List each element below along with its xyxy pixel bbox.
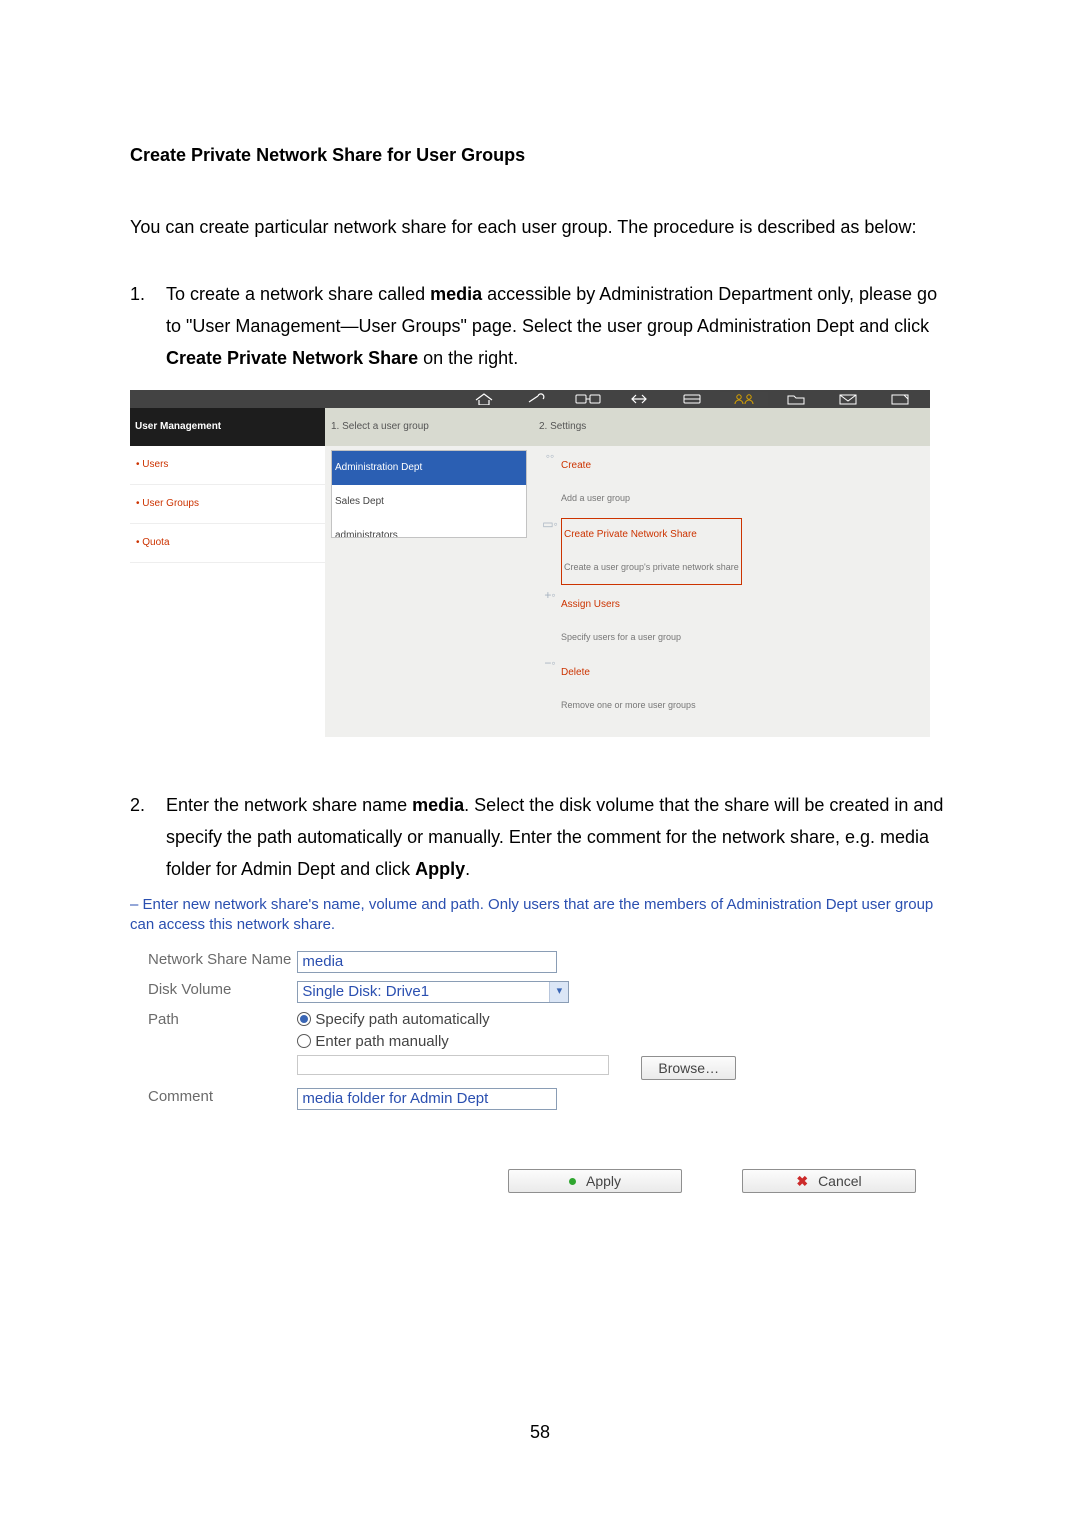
disk-volume-select[interactable]: Single Disk: Drive1 ▾ (297, 981, 569, 1003)
folder-icon[interactable] (772, 392, 820, 406)
toolbar (130, 390, 930, 408)
home-icon[interactable] (460, 392, 508, 406)
intro-paragraph: You can create particular network share … (130, 211, 950, 243)
window-icon[interactable] (876, 392, 924, 406)
setting-subtitle: Specify users for a user group (561, 621, 681, 653)
browse-button[interactable]: Browse… (641, 1056, 736, 1080)
setting-title: Assign Users (561, 589, 681, 621)
apply-button[interactable]: Apply (508, 1169, 682, 1193)
text: on the right. (418, 348, 518, 368)
cancel-x-icon: ✖ (796, 1173, 808, 1190)
text: To create a network share called (166, 284, 430, 304)
radio-label: Enter path manually (315, 1033, 448, 1050)
setting-subtitle: Create a user group's private network sh… (564, 551, 739, 583)
mail-icon[interactable] (824, 392, 872, 406)
label-comment: Comment (130, 1084, 297, 1114)
setting-create-private-share[interactable]: ▭◦ Create Private Network Share Create a… (539, 518, 924, 585)
setting-create[interactable]: ◦◦ Create Add a user group (539, 450, 924, 514)
group-row[interactable]: Administration Dept (332, 451, 526, 485)
select-value: Single Disk: Drive1 (298, 982, 549, 1002)
radio-path-manual[interactable]: Enter path manually (297, 1033, 609, 1051)
media-bold: media (430, 284, 482, 304)
group-row[interactable]: administrators (332, 519, 526, 538)
page-number: 58 (0, 1422, 1080, 1443)
button-label: Cancel (818, 1173, 862, 1190)
setting-subtitle: Add a user group (561, 482, 630, 514)
users-icon[interactable] (720, 392, 768, 406)
step-1: 1. To create a network share called medi… (130, 278, 950, 777)
group-add-icon: ◦◦ (539, 450, 561, 463)
label-share-name: Network Share Name (130, 947, 297, 977)
setting-title: Delete (561, 657, 696, 689)
form-intro: – Enter new network share's name, volume… (130, 895, 934, 935)
col2-heading: 2. Settings (533, 408, 930, 446)
radio-on-icon (297, 1012, 311, 1026)
disk-icon[interactable] (668, 392, 716, 406)
share-name-input[interactable]: media (297, 951, 557, 973)
setting-assign-users[interactable]: +◦ Assign Users Specify users for a user… (539, 589, 924, 653)
setting-title: Create (561, 450, 630, 482)
cancel-button[interactable]: ✖ Cancel (742, 1169, 916, 1193)
wrench-icon[interactable] (512, 392, 560, 406)
section-heading: Create Private Network Share for User Gr… (130, 145, 950, 166)
step-text: To create a network share called media a… (166, 278, 950, 777)
media-bold: media (412, 795, 464, 815)
sidebar-item-user-groups[interactable]: User Groups (130, 485, 325, 524)
setting-title: Create Private Network Share (564, 519, 739, 551)
create-pns-bold: Create Private Network Share (166, 348, 418, 368)
sidebar-heading: User Management (130, 408, 325, 446)
setting-subtitle: Remove one or more user groups (561, 689, 696, 721)
radio-path-auto[interactable]: Specify path automatically (297, 1011, 609, 1029)
button-label: Apply (586, 1173, 621, 1190)
comment-input[interactable]: media folder for Admin Dept (297, 1088, 557, 1110)
screenshot-share-form: – Enter new network share's name, volume… (130, 895, 934, 1193)
group-listbox[interactable]: Administration Dept Sales Dept administr… (331, 450, 527, 538)
share-icon: ▭◦ (539, 518, 561, 531)
label-path: Path (130, 1007, 297, 1084)
label-disk-volume: Disk Volume (130, 977, 297, 1007)
radio-off-icon (297, 1034, 311, 1048)
path-input[interactable] (297, 1055, 609, 1075)
sidebar: User Management Users User Groups Quota (130, 408, 325, 737)
text: . (465, 859, 470, 879)
group-row[interactable]: Sales Dept (332, 485, 526, 519)
setting-delete[interactable]: −◦ Delete Remove one or more user groups (539, 657, 924, 721)
radio-label: Specify path automatically (315, 1011, 489, 1028)
col1-heading: 1. Select a user group (325, 408, 533, 446)
button-label: Browse… (658, 1060, 719, 1077)
delete-icon: −◦ (539, 657, 561, 670)
apply-bold: Apply (415, 859, 465, 879)
assign-icon: +◦ (539, 589, 561, 602)
sidebar-item-quota[interactable]: Quota (130, 524, 325, 563)
text: Enter the network share name (166, 795, 412, 815)
step-text: Enter the network share name media. Sele… (166, 789, 950, 1193)
arrow-icon[interactable] (616, 392, 664, 406)
step-2: 2. Enter the network share name media. S… (130, 789, 950, 1193)
toggle-icon[interactable] (564, 392, 612, 406)
screenshot-user-groups: User Management Users User Groups Quota … (130, 390, 930, 737)
sidebar-item-users[interactable]: Users (130, 446, 325, 485)
chevron-down-icon: ▾ (549, 982, 568, 1002)
apply-dot-icon (569, 1178, 576, 1185)
